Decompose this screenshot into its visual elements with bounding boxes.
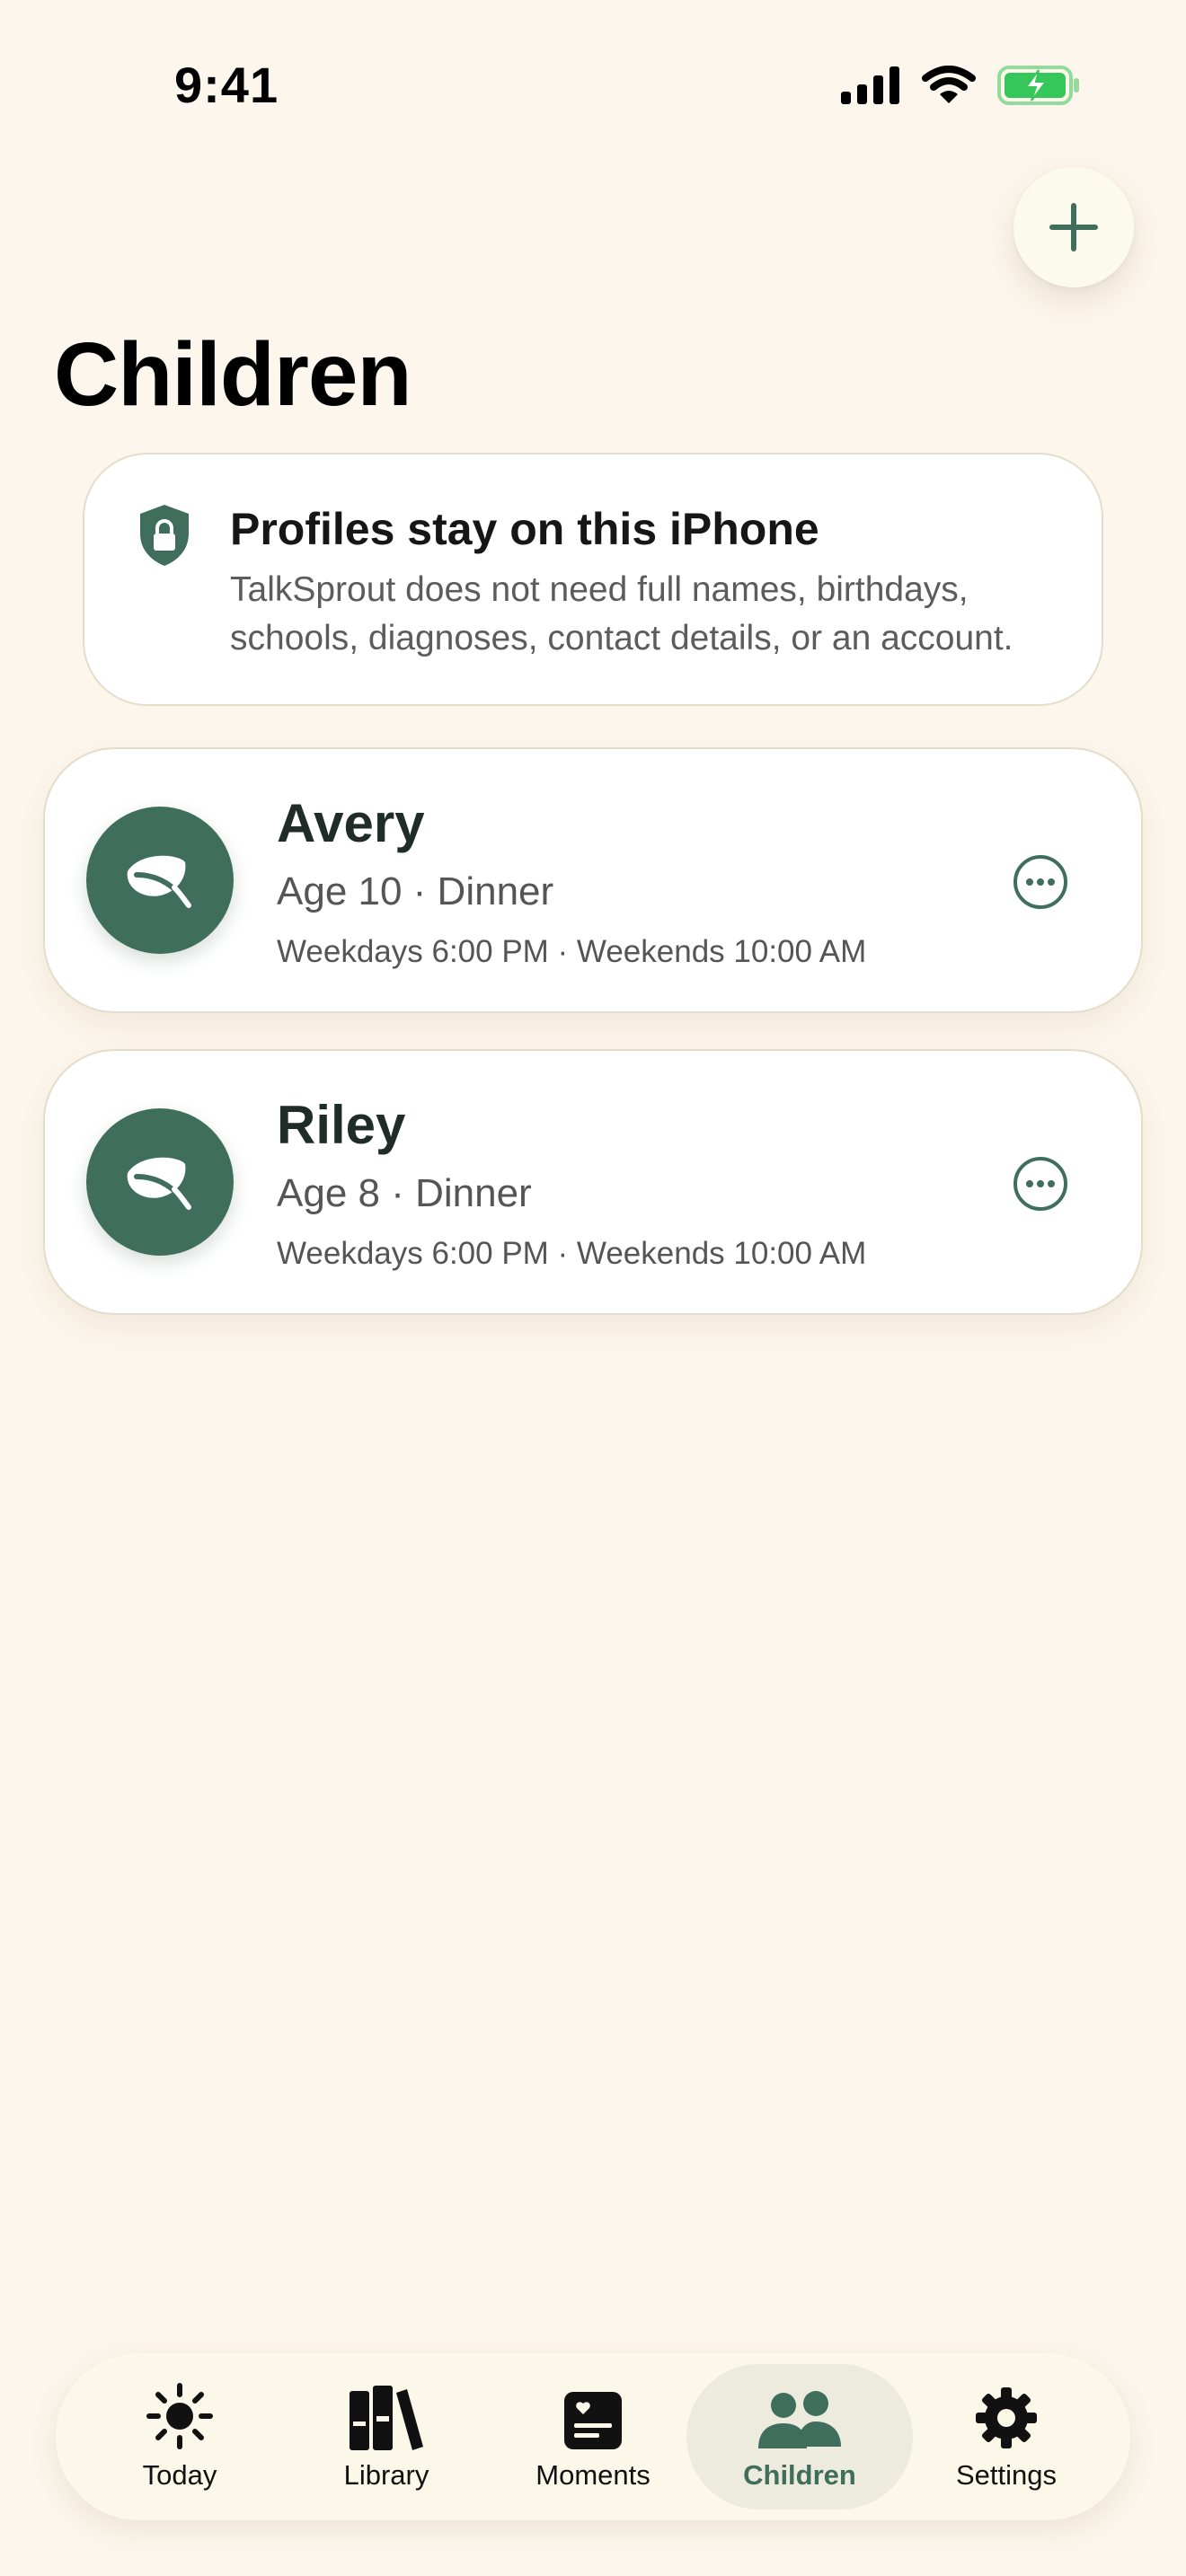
tab-label: Settings xyxy=(955,2459,1057,2491)
wifi-icon xyxy=(922,66,976,103)
leaf-icon xyxy=(127,855,191,908)
tab-moments[interactable]: Moments xyxy=(480,2364,706,2510)
tab-children[interactable]: Children xyxy=(686,2364,913,2510)
tab-settings[interactable]: Settings xyxy=(893,2364,1120,2510)
tab-bar: Today Library Moments Children Settings xyxy=(56,2353,1130,2520)
ellipsis-circle-icon xyxy=(1013,855,1067,909)
privacy-notice-body: TalkSprout does not need full names, bir… xyxy=(230,570,1013,657)
tab-label: Children xyxy=(743,2459,856,2491)
more-options-button[interactable] xyxy=(1012,853,1069,911)
child-name: Avery xyxy=(277,793,425,853)
tab-label: Library xyxy=(343,2459,429,2491)
tab-label: Today xyxy=(142,2459,217,2491)
ellipsis-circle-icon xyxy=(1013,1157,1067,1211)
child-schedule: Weekdays 6:00 PM · Weekends 10:00 AM xyxy=(277,1236,867,1271)
child-card-riley[interactable]: Riley Age 8 · Dinner Weekdays 6:00 PM · … xyxy=(43,1049,1143,1315)
child-age-meal: Age 8 · Dinner xyxy=(277,1171,532,1215)
child-schedule: Weekdays 6:00 PM · Weekends 10:00 AM xyxy=(277,934,867,969)
books-icon xyxy=(350,2386,423,2450)
more-options-button[interactable] xyxy=(1012,1155,1069,1213)
people-icon xyxy=(758,2391,841,2448)
tab-label: Moments xyxy=(535,2459,651,2491)
add-child-button[interactable] xyxy=(1013,167,1134,287)
tab-library[interactable]: Library xyxy=(273,2364,500,2510)
leaf-icon xyxy=(127,1157,191,1210)
privacy-notice-card: Profiles stay on this iPhone TalkSprout … xyxy=(83,453,1103,706)
moments-icon xyxy=(564,2392,622,2449)
plus-icon xyxy=(1049,203,1098,251)
privacy-notice-title: Profiles stay on this iPhone xyxy=(230,504,819,554)
child-age-meal: Age 10 · Dinner xyxy=(277,869,554,913)
child-name: Riley xyxy=(277,1095,406,1155)
status-bar: 9:41 xyxy=(0,0,1186,171)
shield-lock-icon xyxy=(140,505,189,566)
status-icons xyxy=(841,63,1080,108)
tab-today[interactable]: Today xyxy=(66,2364,293,2510)
cellular-signal-icon xyxy=(841,66,899,104)
status-time: 9:41 xyxy=(174,57,279,113)
avatar xyxy=(86,1108,234,1256)
battery-charging-icon xyxy=(997,66,1079,105)
avatar xyxy=(86,807,234,954)
gear-icon xyxy=(976,2387,1037,2448)
child-card-avery[interactable]: Avery Age 10 · Dinner Weekdays 6:00 PM ·… xyxy=(43,747,1143,1013)
page-title: Children xyxy=(54,324,412,425)
sun-icon xyxy=(146,2383,213,2449)
